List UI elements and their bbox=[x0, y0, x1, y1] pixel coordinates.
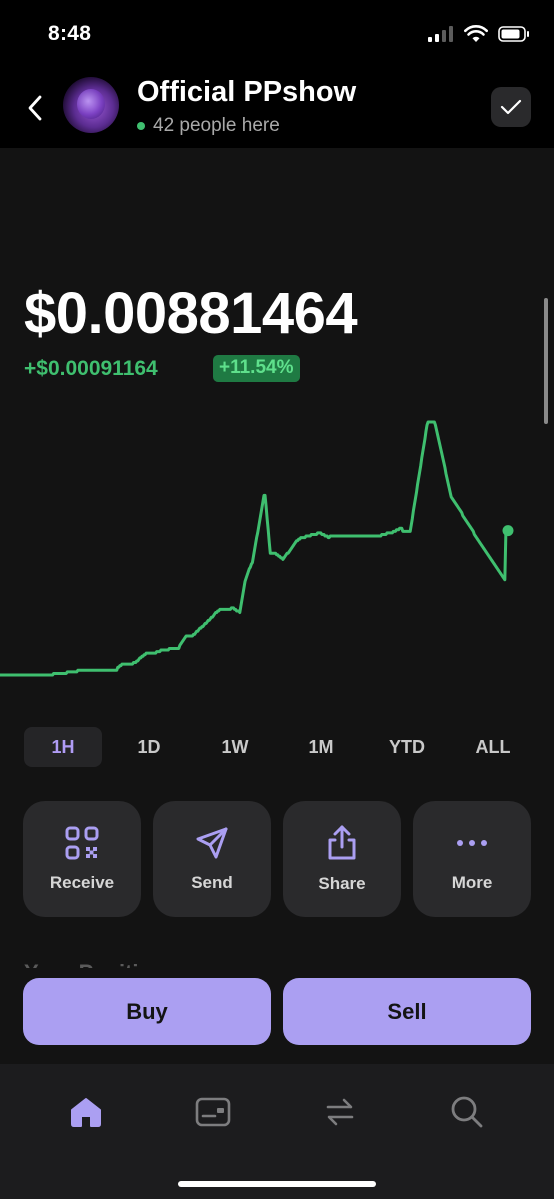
range-1w[interactable]: 1W bbox=[196, 727, 274, 767]
receive-label: Receive bbox=[49, 873, 115, 892]
receive-button[interactable]: Receive bbox=[23, 801, 141, 917]
sell-button[interactable]: Sell bbox=[283, 978, 531, 1045]
range-all[interactable]: ALL bbox=[454, 727, 532, 767]
range-1d[interactable]: 1D bbox=[110, 727, 188, 767]
more-icon bbox=[457, 840, 487, 846]
swap-icon bbox=[326, 1098, 354, 1126]
time-range-selector: 1H 1D 1W 1M YTD ALL bbox=[24, 727, 532, 767]
price-change: +$0.00091164 bbox=[24, 357, 158, 380]
status-time: 8:48 bbox=[48, 22, 92, 45]
range-1h[interactable]: 1H bbox=[24, 727, 102, 767]
tab-home[interactable] bbox=[62, 1088, 110, 1136]
current-price-dot bbox=[502, 525, 514, 537]
price-chart[interactable] bbox=[0, 400, 554, 700]
share-label: Share bbox=[318, 874, 366, 893]
range-ytd[interactable]: YTD bbox=[368, 727, 446, 767]
signal-icon bbox=[428, 26, 453, 42]
range-1m[interactable]: 1M bbox=[282, 727, 360, 767]
page-title: Official PPshow bbox=[137, 76, 357, 108]
token-price: $0.00881464 bbox=[24, 281, 358, 346]
send-label: Send bbox=[191, 873, 233, 892]
home-icon bbox=[71, 1098, 101, 1127]
price-line bbox=[0, 420, 510, 677]
send-button[interactable]: Send bbox=[153, 801, 271, 917]
more-button[interactable]: More bbox=[413, 801, 531, 917]
status-bar: 8:48 bbox=[0, 0, 554, 70]
search-icon bbox=[451, 1096, 483, 1128]
chat-header: Official PPshow 42 people here bbox=[0, 70, 554, 148]
price-change-percent-badge: +11.54% bbox=[213, 355, 300, 382]
share-icon bbox=[328, 825, 356, 860]
share-button[interactable]: Share bbox=[283, 801, 401, 917]
tab-collectibles[interactable] bbox=[189, 1088, 237, 1136]
tab-search[interactable] bbox=[443, 1088, 491, 1136]
tab-bar bbox=[0, 1064, 554, 1199]
home-indicator bbox=[178, 1181, 376, 1187]
action-buttons: Receive Send Share More bbox=[23, 801, 531, 917]
more-label: More bbox=[451, 873, 493, 892]
qr-code-icon bbox=[65, 826, 99, 860]
battery-icon bbox=[498, 26, 529, 42]
back-button[interactable] bbox=[20, 90, 50, 126]
chevron-left-icon bbox=[28, 95, 42, 121]
status-icons bbox=[428, 25, 530, 43]
avatar[interactable] bbox=[63, 77, 119, 133]
online-dot-icon bbox=[137, 122, 145, 130]
presence-status: 42 people here bbox=[137, 115, 280, 137]
send-icon bbox=[196, 827, 228, 859]
checkmark-icon bbox=[500, 99, 522, 115]
buy-button[interactable]: Buy bbox=[23, 978, 271, 1045]
card-icon bbox=[195, 1097, 231, 1127]
trade-bar: Buy Sell bbox=[0, 968, 554, 1064]
tab-swap[interactable] bbox=[316, 1088, 364, 1136]
wifi-icon bbox=[464, 25, 488, 42]
confirm-button[interactable] bbox=[491, 87, 531, 127]
presence-label: 42 people here bbox=[153, 115, 280, 136]
